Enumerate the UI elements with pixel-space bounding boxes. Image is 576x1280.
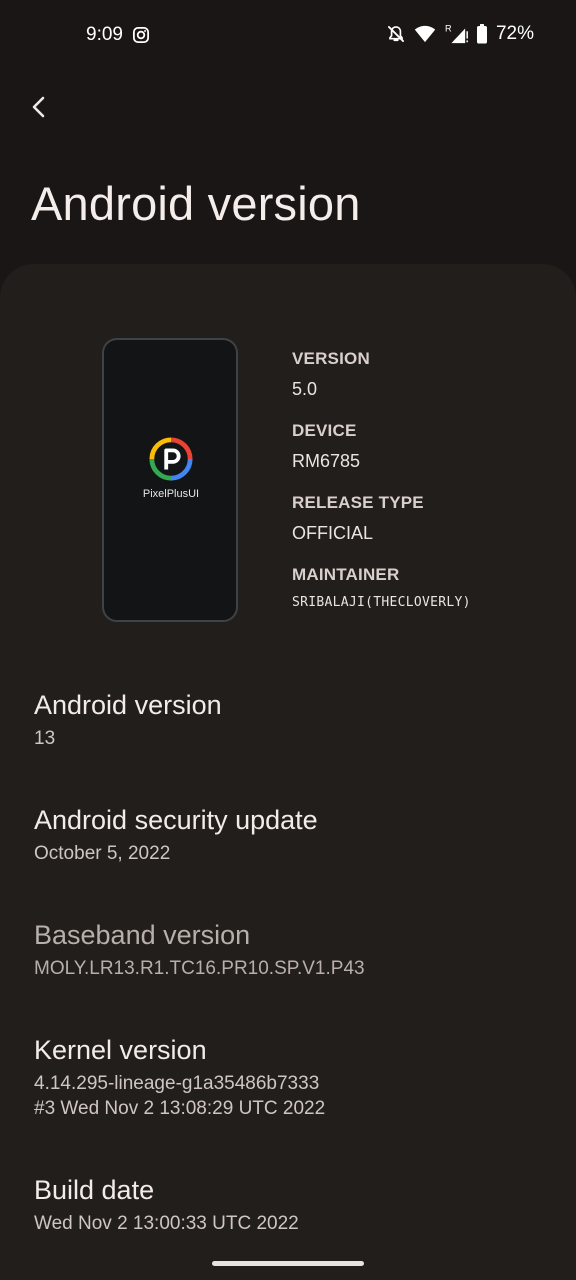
battery-percent: 72% — [495, 23, 534, 44]
pref-title: Build date — [34, 1175, 155, 1205]
home-indicator[interactable] — [212, 1261, 364, 1266]
pref-summary: October 5, 2022 — [34, 843, 171, 864]
maintainer-label: MAINTAINER — [292, 565, 400, 584]
status-bar: 9:09 R 72% — [0, 0, 576, 72]
maintainer-value: SRIBALAJI(THECLOVERLY) — [292, 595, 471, 610]
notifications-off-icon — [387, 26, 404, 42]
instagram-icon — [132, 26, 150, 44]
content-card — [0, 264, 576, 1280]
battery-icon — [476, 24, 487, 44]
back-arrow-icon — [32, 96, 45, 118]
pref-title: Android security update — [34, 805, 318, 835]
pref-title: Kernel version — [34, 1035, 207, 1065]
pref-title: Android version — [34, 690, 222, 720]
status-icons: R 72% — [386, 23, 534, 45]
pref-security-update[interactable]: Android security update October 5, 2022 — [34, 803, 544, 866]
version-value: 5.0 — [292, 379, 318, 399]
pref-summary: Wed Nov 2 13:00:33 UTC 2022 — [34, 1213, 299, 1234]
device-value: RM6785 — [292, 451, 361, 471]
pref-kernel-version[interactable]: Kernel version 4.14.295-lineage-g1a35486… — [34, 1033, 544, 1121]
pref-build-date[interactable]: Build date Wed Nov 2 13:00:33 UTC 2022 — [34, 1173, 544, 1236]
version-info: VERSION 5.0 — [292, 349, 370, 400]
pref-summary: 4.14.295-lineage-g1a35486b7333 #3 Wed No… — [34, 1073, 326, 1119]
rom-name: PixelPlusUI — [142, 488, 200, 500]
cellular-signal-icon: R — [445, 23, 468, 44]
pref-baseband-version[interactable]: Baseband version MOLY.LR13.R1.TC16.PR10.… — [34, 918, 544, 981]
status-time: 9:09 — [86, 24, 123, 45]
pref-title: Baseband version — [34, 920, 251, 950]
device-label: DEVICE — [292, 421, 357, 440]
release-type-label: RELEASE TYPE — [292, 493, 424, 512]
page-title: Android version — [31, 177, 361, 230]
release-type-info: RELEASE TYPE OFFICIAL — [292, 493, 424, 544]
pixelplus-logo-icon — [149, 437, 193, 481]
version-label: VERSION — [292, 349, 370, 368]
pref-android-version[interactable]: Android version 13 — [34, 688, 544, 751]
back-button[interactable] — [22, 90, 56, 124]
maintainer-info: MAINTAINER SRIBALAJI(THECLOVERLY) — [292, 565, 471, 610]
network-roaming-label: R — [445, 23, 452, 33]
pref-summary: MOLY.LR13.R1.TC16.PR10.SP.V1.P43 — [34, 958, 365, 979]
pref-summary: 13 — [34, 728, 56, 749]
device-info: DEVICE RM6785 — [292, 421, 360, 472]
wifi-icon — [414, 25, 436, 43]
release-type-value: OFFICIAL — [292, 523, 374, 543]
